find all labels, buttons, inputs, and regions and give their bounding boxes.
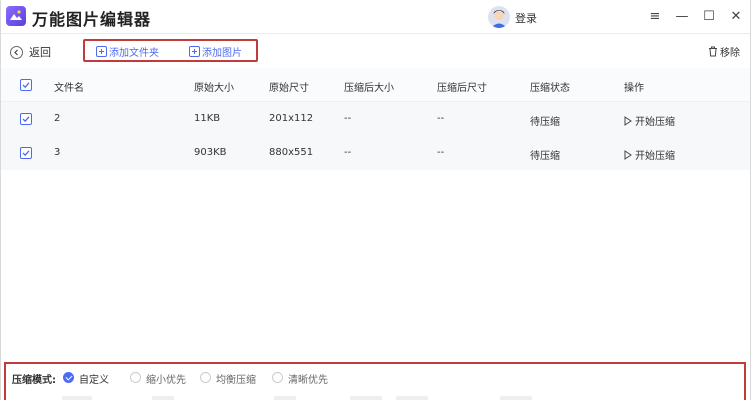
- start-compress-label: 开始压缩: [635, 117, 675, 128]
- header-action: 操作: [624, 83, 644, 94]
- header-filename: 文件名: [54, 83, 84, 94]
- compression-settings-panel: 压缩模式: 自定义 缩小优先 均衡压缩 清晰优先: [4, 362, 746, 400]
- cell-compressed-dims: --: [437, 147, 445, 158]
- cell-original-size: 11KB: [194, 113, 221, 124]
- cell-status: 待压缩: [530, 151, 560, 162]
- add-image-button[interactable]: 添加图片: [189, 45, 242, 59]
- add-folder-label: 添加文件夹: [109, 48, 159, 59]
- compression-mode-label: 压缩模式:: [12, 375, 56, 386]
- back-label: 返回: [29, 46, 51, 59]
- play-icon: [624, 150, 632, 160]
- remove-button[interactable]: 移除: [708, 44, 740, 59]
- cell-compressed-size: --: [344, 147, 352, 158]
- play-icon: [624, 116, 632, 126]
- header-compressed-size: 压缩后大小: [344, 83, 394, 94]
- header-status: 压缩状态: [530, 83, 570, 94]
- add-image-icon: [189, 46, 200, 57]
- chevron-left-icon: [10, 45, 23, 59]
- login-link[interactable]: 登录: [515, 10, 537, 26]
- table-row[interactable]: 3 903KB 880x551 -- -- 待压缩 开始压缩: [0, 136, 751, 170]
- menu-icon[interactable]: ≡: [646, 8, 664, 26]
- row-checkbox[interactable]: [20, 113, 32, 125]
- cell-status: 待压缩: [530, 117, 560, 128]
- cropped-setting: [274, 396, 296, 400]
- mode-radio-clarity-first[interactable]: [272, 372, 283, 383]
- cropped-setting: [500, 396, 532, 400]
- cell-original-dims: 880x551: [269, 147, 314, 158]
- header-original-dims: 原始尺寸: [269, 83, 309, 94]
- app-logo-icon: [6, 6, 26, 26]
- cell-original-dims: 201x112: [269, 113, 314, 124]
- mode-radio-size-first[interactable]: [130, 372, 141, 383]
- cell-compressed-dims: --: [437, 113, 445, 124]
- start-compress-button[interactable]: 开始压缩: [624, 113, 675, 128]
- cell-filename: 2: [54, 113, 61, 124]
- start-compress-button[interactable]: 开始压缩: [624, 147, 675, 162]
- mode-label-balanced[interactable]: 均衡压缩: [216, 371, 256, 386]
- cell-filename: 3: [54, 147, 61, 158]
- cropped-setting: [350, 396, 382, 400]
- remove-label: 移除: [720, 48, 740, 59]
- header-compressed-dims: 压缩后尺寸: [437, 83, 487, 94]
- mode-radio-custom[interactable]: [63, 372, 74, 383]
- select-all-checkbox[interactable]: [20, 79, 32, 91]
- mode-radio-balanced[interactable]: [200, 372, 211, 383]
- maximize-icon[interactable]: ☐: [700, 8, 718, 26]
- header-original-size: 原始大小: [194, 83, 234, 94]
- mode-label-clarity-first[interactable]: 清晰优先: [288, 371, 328, 386]
- user-avatar-icon[interactable]: [488, 6, 510, 28]
- cropped-setting: [152, 396, 174, 400]
- add-image-label: 添加图片: [202, 48, 242, 59]
- cell-original-size: 903KB: [194, 147, 227, 158]
- cropped-setting: [62, 396, 92, 400]
- close-icon[interactable]: ✕: [727, 8, 745, 26]
- settings-row-cropped: [6, 394, 746, 400]
- table-row[interactable]: 2 11KB 201x112 -- -- 待压缩 开始压缩: [0, 102, 751, 136]
- trash-icon: [709, 46, 717, 57]
- mode-label-custom[interactable]: 自定义: [79, 371, 109, 386]
- app-title: 万能图片编辑器: [32, 10, 152, 29]
- add-folder-icon: [96, 46, 107, 57]
- title-bar: 万能图片编辑器 登录 ≡ — ☐ ✕: [0, 0, 751, 34]
- add-folder-button[interactable]: 添加文件夹: [96, 45, 159, 59]
- cropped-setting: [396, 396, 428, 400]
- mode-label-size-first[interactable]: 缩小优先: [146, 371, 186, 386]
- cell-compressed-size: --: [344, 113, 352, 124]
- minimize-icon[interactable]: —: [673, 8, 691, 26]
- table-header: 文件名 原始大小 原始尺寸 压缩后大小 压缩后尺寸 压缩状态 操作: [0, 68, 751, 102]
- row-checkbox[interactable]: [20, 147, 32, 159]
- back-button[interactable]: 返回: [10, 44, 51, 60]
- start-compress-label: 开始压缩: [635, 151, 675, 162]
